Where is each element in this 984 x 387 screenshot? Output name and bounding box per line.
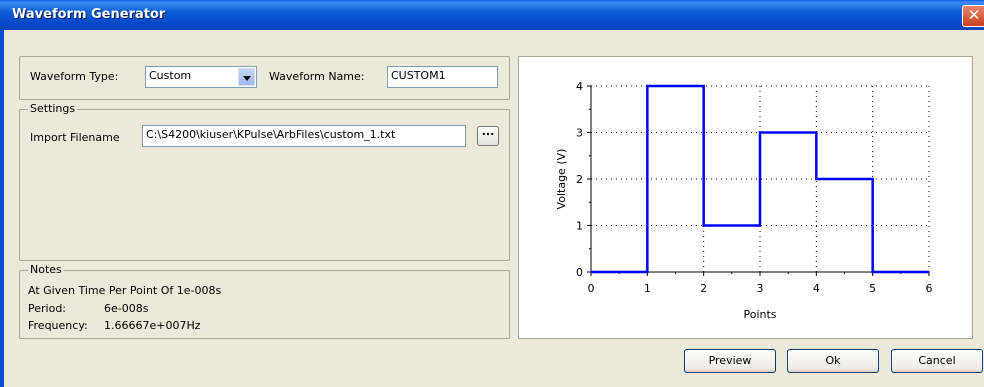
notes-group: [19, 270, 510, 339]
settings-group-label: Settings: [28, 102, 78, 115]
frequency-label: Frequency:: [28, 319, 88, 332]
close-button[interactable]: ✕: [962, 5, 984, 27]
frequency-value: 1.66667e+007Hz: [104, 319, 201, 332]
x-tick-label: 3: [757, 282, 764, 295]
waveform-chart-panel: 0 1 2 3 4 5 6 0 1 2 3 4 Points Voltage (V): [518, 56, 973, 339]
browse-button[interactable]: ...: [477, 126, 499, 146]
waveform-generator-dialog: Waveform Generator ✕ Waveform Type: Cust…: [0, 0, 984, 387]
notes-line: At Given Time Per Point Of 1e-008s: [28, 284, 222, 297]
waveform-name-value: CUSTOM1: [391, 69, 446, 82]
import-filename-input[interactable]: C:\S4200\kiuser\KPulse\ArbFiles\custom_1…: [142, 125, 466, 147]
x-tick-label: 6: [926, 282, 933, 295]
import-filename-value: C:\S4200\kiuser\KPulse\ArbFiles\custom_1…: [146, 128, 396, 141]
chevron-down-icon[interactable]: [238, 68, 255, 86]
x-axis-label: Points: [743, 308, 776, 321]
import-filename-label: Import Filename: [30, 131, 120, 144]
ellipsis-icon: ...: [481, 125, 495, 138]
x-tick-label: 0: [588, 282, 595, 295]
y-tick-label: 4: [576, 80, 583, 93]
x-tick-label: 2: [700, 282, 707, 295]
y-tick-label: 3: [576, 127, 583, 140]
waveform-name-label: Waveform Name:: [269, 70, 365, 83]
waveform-type-select[interactable]: Custom: [145, 66, 257, 88]
waveform-type-label: Waveform Type:: [30, 70, 119, 83]
notes-group-label: Notes: [28, 263, 64, 276]
y-tick-label: 0: [576, 266, 583, 279]
x-tick-label: 1: [644, 282, 651, 295]
waveform-type-value: Custom: [149, 69, 192, 82]
ok-button[interactable]: Ok: [787, 349, 879, 373]
waveform-name-input[interactable]: CUSTOM1: [387, 66, 498, 88]
y-tick-label: 2: [576, 173, 583, 186]
cancel-button[interactable]: Cancel: [891, 349, 983, 373]
close-icon: ✕: [967, 6, 981, 24]
waveform-chart: 0 1 2 3 4 5 6 0 1 2 3 4 Points Voltage (V): [555, 80, 933, 321]
x-tick-label: 4: [813, 282, 820, 295]
window-title: Waveform Generator: [12, 7, 166, 22]
preview-button[interactable]: Preview: [684, 349, 776, 373]
period-value: 6e-008s: [104, 302, 149, 315]
window-frame: [0, 30, 4, 387]
y-axis-label: Voltage (V): [555, 149, 568, 210]
x-tick-label: 5: [869, 282, 876, 295]
period-label: Period:: [28, 302, 67, 315]
title-bar[interactable]: Waveform Generator ✕: [0, 0, 984, 30]
y-tick-label: 1: [576, 220, 583, 233]
